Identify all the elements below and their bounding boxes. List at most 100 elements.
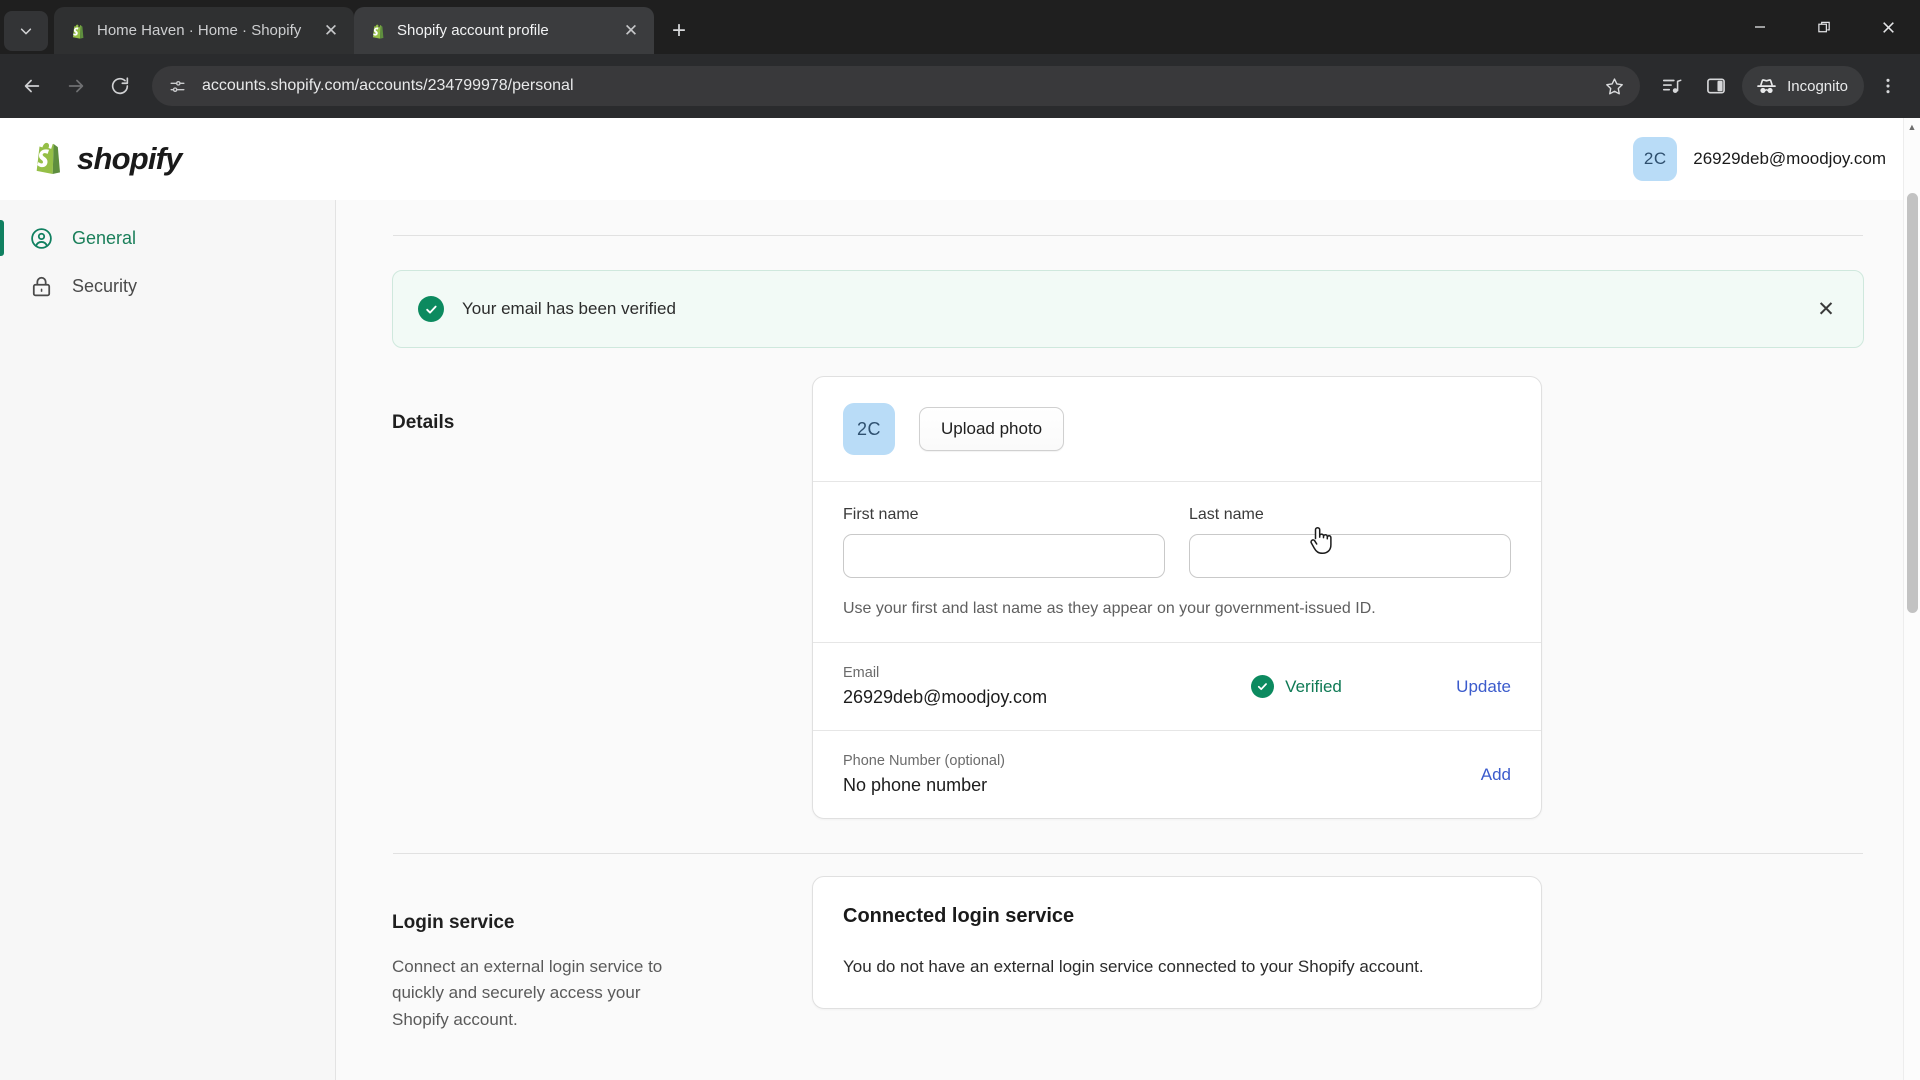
page-title: Details: [392, 412, 455, 433]
sidebar-item-label: Security: [72, 275, 138, 296]
back-button[interactable]: [12, 66, 52, 106]
account-summary[interactable]: 2C 26929deb@moodjoy.com: [1633, 137, 1886, 181]
email-info: Email 26929deb@moodjoy.com: [843, 665, 1231, 708]
login-service-title: Login service: [392, 912, 515, 933]
page-viewport: shopify 2C 26929deb@moodjoy.com General …: [0, 118, 1920, 1080]
browser-tab-active[interactable]: Shopify account profile ✕: [354, 7, 654, 54]
side-panel-icon: [1707, 78, 1726, 94]
status-badge: Verified: [1285, 676, 1342, 696]
scrollbar-thumb[interactable]: [1907, 193, 1918, 613]
maximize-button[interactable]: [1792, 0, 1856, 54]
incognito-icon: [1757, 78, 1776, 93]
lock-icon: [28, 273, 54, 299]
email-value: 26929deb@moodjoy.com: [843, 687, 1048, 707]
window-controls: [1728, 0, 1920, 54]
shopify-bag-icon: [368, 21, 387, 40]
shopify-bag-icon: [36, 142, 60, 174]
photo-row: 2C Upload photo: [813, 377, 1541, 481]
sidebar-item-general[interactable]: General: [0, 214, 335, 262]
reload-icon: [111, 77, 129, 95]
bookmark-star-icon[interactable]: [1604, 76, 1626, 97]
page-scrollbar[interactable]: ▲: [1903, 118, 1920, 1080]
tab-strip: Home Haven · Home · Shopify ✕ Shopify ac…: [0, 0, 1920, 54]
incognito-indicator[interactable]: Incognito: [1742, 66, 1864, 106]
email-verified-banner: Your email has been verified ✕: [392, 270, 1864, 348]
shopify-wordmark: shopify: [77, 141, 182, 176]
connected-login-service-card: Connected login service You do not have …: [812, 876, 1542, 1009]
url-text: accounts.shopify.com/accounts/234799978/…: [202, 77, 574, 94]
avatar: 2C: [1633, 137, 1678, 181]
sidebar: General Security: [0, 200, 336, 1080]
scroll-up-arrow-icon[interactable]: ▲: [1904, 118, 1920, 135]
tab-close-button[interactable]: ✕: [620, 20, 642, 42]
three-dots-menu-icon: [1886, 78, 1890, 94]
login-service-section: Login service Connect an external login …: [392, 876, 1864, 1033]
upload-photo-button[interactable]: Upload photo: [919, 407, 1065, 451]
phone-add-link[interactable]: Add: [1481, 765, 1511, 785]
reload-button[interactable]: [100, 66, 140, 106]
tab-title: Home Haven · Home · Shopify: [97, 22, 302, 39]
chevron-down-icon: [20, 28, 32, 35]
site-settings-icon[interactable]: [164, 73, 190, 99]
close-window-button[interactable]: [1856, 0, 1920, 54]
account-email: 26929deb@moodjoy.com: [1693, 149, 1886, 168]
section-divider: [393, 853, 1863, 854]
avatar: 2C: [843, 403, 895, 455]
close-icon: [1882, 21, 1894, 33]
last-name-input[interactable]: [1189, 534, 1511, 578]
details-section-header: Details: [392, 376, 812, 434]
login-service-header: Login service Connect an external login …: [392, 876, 812, 1033]
back-arrow-icon: [24, 79, 40, 93]
first-name-field: First name: [843, 506, 1165, 578]
sidebar-item-security[interactable]: Security: [0, 262, 335, 310]
reading-list-icon: [1663, 79, 1682, 93]
incognito-label: Incognito: [1787, 77, 1848, 95]
address-bar[interactable]: accounts.shopify.com/accounts/234799978/…: [152, 66, 1641, 106]
name-help-text: Use your first and last name as they app…: [843, 600, 1376, 617]
shopify-bag-icon: [68, 21, 87, 40]
email-status: Verified: [1251, 675, 1436, 698]
first-name-input[interactable]: [843, 534, 1165, 578]
card-body-text: You do not have an external login servic…: [843, 957, 1424, 976]
details-section: Details 2C Upload photo First name Last …: [392, 376, 1864, 819]
tab-close-button[interactable]: ✕: [320, 20, 342, 42]
last-name-field: Last name: [1189, 506, 1511, 578]
forward-arrow-icon: [68, 79, 84, 93]
new-tab-button[interactable]: +: [662, 14, 696, 48]
email-label: Email: [843, 665, 880, 681]
browser-tab[interactable]: Home Haven · Home · Shopify ✕: [54, 7, 354, 54]
name-fields: First name Last name: [813, 482, 1541, 582]
check-circle-icon: [1251, 675, 1275, 698]
banner-message: Your email has been verified: [462, 299, 676, 318]
card-title: Connected login service: [843, 905, 1075, 927]
maximize-icon: [1817, 21, 1830, 32]
main-content: Your email has been verified ✕ Details 2…: [336, 200, 1920, 1080]
banner-close-button[interactable]: ✕: [1813, 299, 1839, 320]
user-circle-icon: [28, 225, 54, 251]
login-service-description: Connect an external login service to qui…: [392, 957, 663, 1029]
browser-toolbar: accounts.shopify.com/accounts/234799978/…: [0, 54, 1920, 118]
sidebar-item-label: General: [72, 227, 137, 248]
browser-window: Home Haven · Home · Shopify ✕ Shopify ac…: [0, 0, 1920, 1080]
forward-button[interactable]: [56, 66, 96, 106]
details-card: 2C Upload photo First name Last name Use…: [812, 376, 1542, 819]
phone-row: Phone Number (optional) No phone number …: [813, 731, 1541, 818]
phone-value: No phone number: [843, 775, 988, 795]
browser-menu-button[interactable]: [1868, 66, 1908, 106]
minimize-icon: [1755, 26, 1765, 28]
reading-list-button[interactable]: [1652, 66, 1692, 106]
phone-label: Phone Number (optional): [843, 753, 1006, 769]
minimize-button[interactable]: [1728, 0, 1792, 54]
check-circle-icon: [418, 296, 444, 322]
top-divider: [393, 235, 1863, 236]
side-panel-button[interactable]: [1696, 66, 1736, 106]
phone-info: Phone Number (optional) No phone number: [843, 753, 1461, 796]
email-row: Email 26929deb@moodjoy.com Verified Upda…: [813, 643, 1541, 730]
tab-search-button[interactable]: [4, 11, 48, 51]
last-name-label: Last name: [1189, 506, 1264, 523]
tab-title: Shopify account profile: [397, 22, 549, 39]
email-update-link[interactable]: Update: [1456, 677, 1511, 697]
shopify-logo[interactable]: shopify: [28, 137, 182, 182]
first-name-label: First name: [843, 506, 919, 523]
shopify-header: shopify 2C 26929deb@moodjoy.com: [0, 118, 1920, 200]
